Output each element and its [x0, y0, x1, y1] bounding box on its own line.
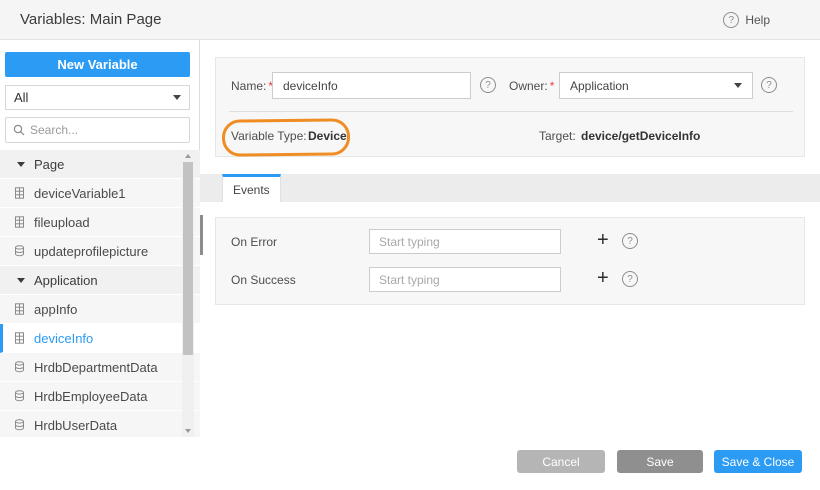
name-label: Name:* — [231, 79, 273, 93]
owner-select[interactable]: Application — [559, 72, 753, 99]
service-variable-icon — [14, 361, 25, 373]
cancel-button[interactable]: Cancel — [517, 450, 605, 473]
sidebar-item-hrdbemployeedata[interactable]: HrdbEmployeeData — [0, 382, 200, 411]
variable-type-value: Device — [308, 129, 347, 143]
search-input[interactable] — [30, 123, 182, 137]
chevron-down-icon — [173, 95, 181, 100]
new-variable-button[interactable]: New Variable — [5, 52, 190, 77]
help-label: Help — [745, 13, 770, 27]
filter-value: All — [14, 90, 173, 105]
on-error-row: On Error + ? — [216, 229, 804, 254]
events-panel: On Error + ? On Success + ? — [215, 217, 805, 305]
save-button[interactable]: Save — [617, 450, 703, 473]
sidebar-item-hrdbuserdata[interactable]: HrdbUserData — [0, 411, 200, 437]
search-icon — [13, 124, 25, 136]
on-success-row: On Success + ? — [216, 267, 804, 292]
variables-sidebar: New Variable All Page deviceVariable1 fi… — [0, 40, 200, 437]
page-title: Variables: Main Page — [20, 0, 161, 40]
tab-events[interactable]: Events — [222, 174, 281, 202]
target-value: device/getDeviceInfo — [581, 129, 700, 143]
variables-dialog: Variables: Main Page ? Help New Variable… — [0, 0, 820, 490]
device-variable-icon — [14, 187, 25, 199]
service-variable-icon — [14, 245, 25, 257]
owner-label: Owner:* — [509, 79, 554, 93]
on-success-input[interactable] — [369, 267, 561, 292]
sidebar-item-devicevariable1[interactable]: deviceVariable1 — [0, 179, 200, 208]
owner-value: Application — [570, 79, 734, 93]
list-group-application[interactable]: Application — [0, 266, 200, 295]
owner-help-icon[interactable]: ? — [761, 77, 777, 93]
help-button[interactable]: ? Help — [723, 0, 770, 40]
name-input[interactable] — [272, 72, 471, 99]
on-error-label: On Error — [231, 235, 277, 249]
sidebar-item-hrdbdepartmentdata[interactable]: HrdbDepartmentData — [0, 353, 200, 382]
chevron-down-icon — [734, 83, 742, 88]
add-action-icon[interactable]: + — [597, 264, 609, 292]
scroll-down-icon[interactable] — [182, 426, 194, 436]
sidebar-item-deviceinfo[interactable]: deviceInfo — [0, 324, 200, 353]
content-scrollbar-thumb[interactable] — [200, 215, 203, 255]
service-variable-icon — [14, 390, 25, 402]
sidebar-scrollbar[interactable] — [182, 150, 194, 437]
tab-bar: Events — [200, 174, 820, 202]
help-icon: ? — [723, 12, 739, 28]
service-variable-icon — [14, 419, 25, 431]
on-error-help-icon[interactable]: ? — [622, 233, 638, 249]
name-help-icon[interactable]: ? — [480, 77, 496, 93]
variable-detail-panel: Name:* ? Owner:* Application ? Variable … — [200, 40, 820, 490]
on-success-label: On Success — [231, 273, 296, 287]
caret-down-icon — [17, 162, 25, 167]
required-asterisk: * — [550, 79, 555, 93]
add-action-icon[interactable]: + — [597, 226, 609, 254]
on-error-input[interactable] — [369, 229, 561, 254]
device-variable-icon — [14, 216, 25, 228]
caret-down-icon — [17, 278, 25, 283]
list-group-page[interactable]: Page — [0, 150, 200, 179]
on-success-help-icon[interactable]: ? — [622, 271, 638, 287]
sidebar-item-updateprofilepicture[interactable]: updateprofilepicture — [0, 237, 200, 266]
dialog-header: Variables: Main Page ? Help — [0, 0, 820, 40]
divider — [229, 111, 793, 112]
sidebar-item-appinfo[interactable]: appInfo — [0, 295, 200, 324]
target-label: Target: — [539, 129, 576, 143]
variable-filter-select[interactable]: All — [5, 85, 190, 110]
variable-type-label: Variable Type: — [231, 129, 307, 143]
device-variable-icon — [14, 303, 25, 315]
search-box — [5, 117, 190, 143]
device-variable-icon — [14, 332, 25, 344]
scrollbar-thumb[interactable] — [183, 162, 193, 355]
variable-properties-panel: Name:* ? Owner:* Application ? Variable … — [215, 57, 805, 157]
save-close-button[interactable]: Save & Close — [714, 450, 802, 473]
variable-list: Page deviceVariable1 fileupload updatepr… — [0, 150, 200, 437]
sidebar-item-fileupload[interactable]: fileupload — [0, 208, 200, 237]
scroll-up-icon[interactable] — [182, 151, 194, 161]
